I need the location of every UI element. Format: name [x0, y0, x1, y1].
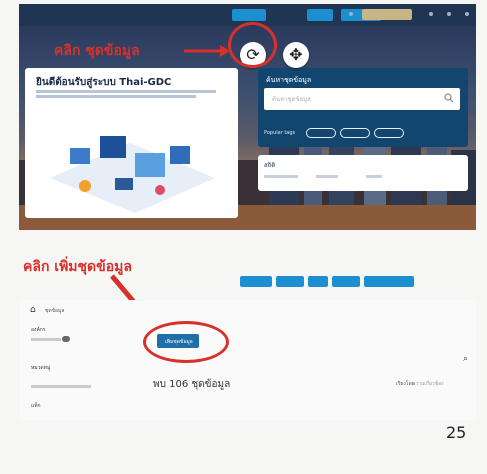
- nav-tab[interactable]: [276, 276, 304, 287]
- facet-heading[interactable]: หมวดหมู่: [31, 364, 50, 372]
- popular-tags-label: Popular tags: [264, 130, 296, 136]
- search-panel-title: ค้นหาชุดข้อมูล: [266, 76, 312, 84]
- user-avatar[interactable]: [362, 9, 412, 20]
- nav-tab[interactable]: [332, 276, 360, 287]
- highlight-circle: [143, 321, 229, 363]
- welcome-description: [36, 90, 226, 102]
- facet-item[interactable]: [31, 338, 61, 341]
- facet-item[interactable]: [31, 385, 91, 388]
- welcome-illustration: [50, 136, 215, 213]
- highlight-circle: [228, 22, 277, 68]
- stats-card: [258, 155, 468, 191]
- dataset-page-screenshot: [20, 300, 476, 420]
- home-icon[interactable]: ⌂: [30, 305, 36, 315]
- stat-item: [316, 175, 338, 178]
- welcome-title: ยินดีต้อนรับสู่ระบบ Thai-GDC: [36, 77, 172, 88]
- search-icon[interactable]: ⌕: [463, 354, 468, 364]
- popular-tag[interactable]: [306, 128, 336, 138]
- nav-icon[interactable]: [349, 12, 353, 16]
- page-number: 25: [446, 423, 467, 442]
- move-button[interactable]: ✥: [283, 42, 309, 68]
- nav-icon[interactable]: [465, 12, 469, 16]
- nav-icon[interactable]: [429, 12, 433, 16]
- nav-tab[interactable]: [308, 276, 328, 287]
- move-icon: ✥: [289, 45, 303, 64]
- breadcrumb[interactable]: ชุดข้อมูล: [45, 307, 64, 315]
- nav-tab[interactable]: [232, 9, 266, 21]
- document-page: ยินดีต้อนรับสู่ระบบ Thai-GDC ค้นหาชุดข้อ…: [0, 0, 487, 474]
- nav-tab[interactable]: [364, 276, 414, 287]
- stat-item: [366, 175, 382, 178]
- search-placeholder: ค้นหาชุดข้อมูล: [272, 96, 311, 103]
- results-count: พบ 106 ชุดข้อมูล: [153, 379, 231, 390]
- popular-tag[interactable]: [374, 128, 404, 138]
- search-icon[interactable]: [444, 93, 454, 103]
- sort-select[interactable]: ความเกี่ยวข้อง: [412, 380, 444, 388]
- count-badge: [62, 336, 70, 342]
- annotation-arrow: [184, 45, 230, 57]
- popular-tag[interactable]: [340, 128, 370, 138]
- stat-item: [264, 175, 298, 178]
- nav-icon[interactable]: [447, 12, 451, 16]
- annotation-click-dataset: คลิก ชุดข้อมูล: [54, 43, 140, 59]
- facet-heading[interactable]: แท็ก: [31, 402, 41, 410]
- facet-heading[interactable]: องค์กร: [31, 326, 46, 334]
- nav-tab[interactable]: [307, 9, 333, 21]
- stats-title: สถิติ: [264, 162, 276, 169]
- nav-tab[interactable]: [240, 276, 272, 287]
